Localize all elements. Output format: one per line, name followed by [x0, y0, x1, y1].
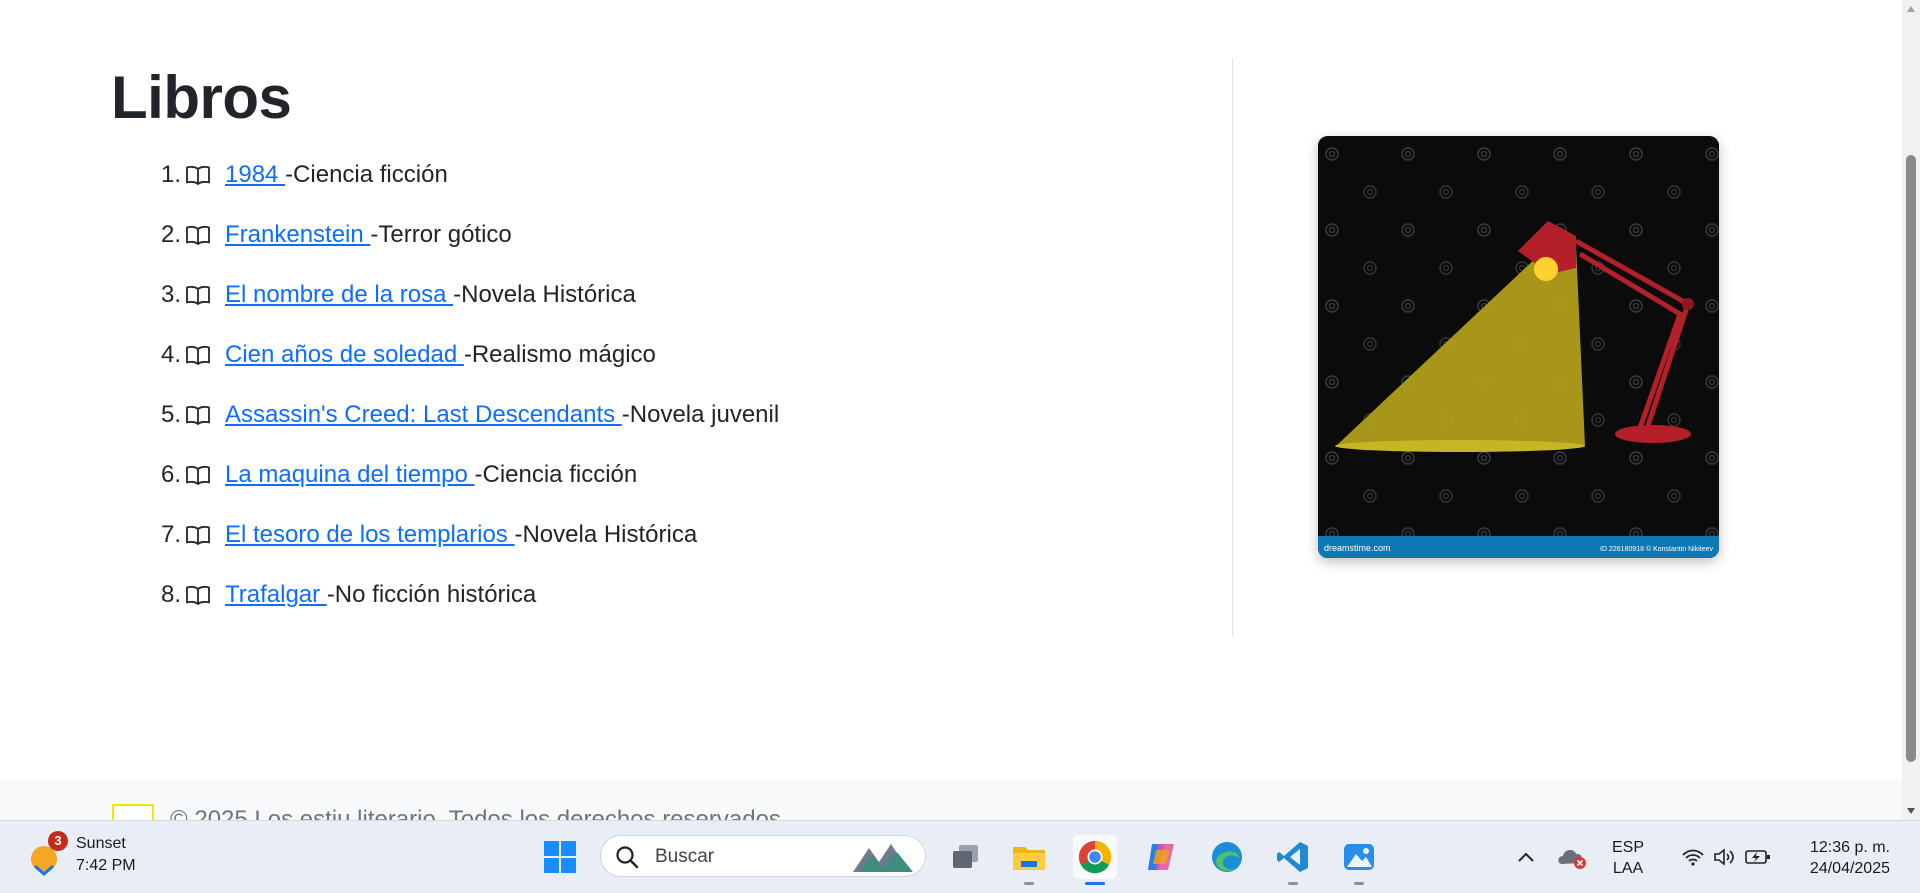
vertical-scrollbar[interactable] [1902, 0, 1920, 820]
edge-button[interactable] [1205, 835, 1249, 879]
scroll-up-arrow-icon[interactable] [1907, 6, 1915, 12]
folder-icon [1013, 847, 1045, 870]
battery-charging-icon [1745, 850, 1770, 864]
running-indicator [1354, 882, 1364, 885]
book-link[interactable]: Frankenstein [225, 211, 370, 259]
vscode-button[interactable] [1271, 835, 1315, 885]
book-icon [183, 451, 213, 499]
book-icon [183, 271, 213, 319]
search-highlight-art-icon [853, 844, 913, 872]
running-indicator [1288, 882, 1298, 885]
book-link[interactable]: Trafalgar [225, 571, 327, 619]
book-genre: -Terror gótico [370, 221, 512, 248]
vscode-icon [1277, 842, 1308, 872]
book-item-7: 7. El tesoro de los templarios -Novela H… [155, 511, 779, 571]
photos-icon [1344, 844, 1374, 870]
copilot-icon [1148, 844, 1174, 870]
book-item-1: 1. 1984 -Ciencia ficción [155, 151, 779, 211]
book-list: 1. 1984 -Ciencia ficción 2. Frankenstein… [155, 151, 779, 631]
book-genre: -No ficción histórica [326, 581, 537, 608]
list-number: 2. [160, 221, 181, 248]
search-placeholder: Buscar [655, 846, 715, 867]
volume-icon [1714, 848, 1734, 866]
book-item-4: 4. Cien años de soledad -Realismo mágico [155, 331, 779, 391]
book-icon [183, 571, 213, 619]
book-genre: -Ciencia ficción [285, 161, 448, 188]
watermark-right: ID 226180918 © Konstantin Nikiteev [1600, 545, 1713, 553]
list-number: 4. [160, 341, 181, 368]
wifi-icon [1682, 849, 1704, 866]
list-number: 3. [160, 281, 181, 308]
copilot-button[interactable] [1139, 835, 1183, 879]
weather-title: Sunset [76, 835, 126, 852]
footer-copyright: © 2025 Los estiu literario. Todos los de… [170, 806, 788, 820]
active-indicator [1085, 882, 1105, 885]
list-number: 1. [160, 161, 181, 188]
lamp-image: dreamstime.com ID 226180918 © Konstantin… [1318, 136, 1719, 558]
book-genre: -Novela juvenil [621, 401, 780, 428]
list-number: 8. [160, 581, 181, 608]
show-hidden-icons-button[interactable] [1504, 835, 1548, 879]
page-title: Libros [111, 64, 292, 131]
running-indicator [1024, 882, 1034, 885]
weather-widget[interactable]: 3 Sunset 7:42 PM [26, 831, 186, 883]
book-genre: -Novela Histórica [514, 521, 698, 548]
clock-date: 24/04/2025 [1809, 860, 1890, 877]
book-icon [183, 331, 213, 379]
book-genre: -Realismo mágico [463, 341, 656, 368]
book-icon [183, 511, 213, 559]
list-number: 6. [160, 461, 181, 488]
onedrive-error-icon [1558, 850, 1586, 869]
quick-settings-button[interactable] [1666, 835, 1786, 879]
system-clock[interactable]: 12:36 p. m. 24/04/2025 [1790, 837, 1890, 879]
web-page: Libros 1. 1984 -Ciencia ficción 2. Frank… [0, 0, 1902, 820]
search-icon [616, 846, 639, 869]
chevron-up-icon [1518, 852, 1534, 862]
photos-button[interactable] [1337, 835, 1381, 885]
weather-time: 7:42 PM [76, 857, 136, 874]
chrome-button[interactable] [1073, 835, 1117, 885]
book-item-8: 8. Trafalgar -No ficción histórica [155, 571, 779, 631]
task-view-button[interactable] [943, 835, 987, 879]
language-line2: LAA [1612, 860, 1644, 877]
book-icon [183, 391, 213, 439]
language-line1: ESP [1612, 839, 1645, 856]
book-link[interactable]: 1984 [225, 151, 285, 199]
book-icon [183, 151, 213, 199]
book-item-3: 3. El nombre de la rosa -Novela Históric… [155, 271, 779, 331]
list-number: 7. [160, 521, 181, 548]
scroll-thumb[interactable] [1906, 155, 1916, 762]
windows-taskbar: 3 Sunset 7:42 PM Buscar ESP LAA 12:36 p.… [0, 820, 1920, 893]
start-button[interactable] [538, 835, 582, 879]
footer-logo-icon [112, 804, 154, 820]
book-link[interactable]: El tesoro de los templarios [225, 511, 514, 559]
book-link[interactable]: El nombre de la rosa [225, 271, 453, 319]
book-genre: -Ciencia ficción [474, 461, 638, 488]
vertical-divider [1232, 58, 1233, 636]
file-explorer-button[interactable] [1007, 835, 1051, 885]
task-view-icon [953, 845, 978, 868]
windows-start-icon [544, 841, 576, 873]
notification-badge: 3 [48, 831, 68, 851]
book-link[interactable]: Cien años de soledad [225, 331, 464, 379]
edge-icon [1212, 842, 1242, 872]
book-item-5: 5. Assassin's Creed: Last Descendants -N… [155, 391, 779, 451]
book-link[interactable]: La maquina del tiempo [225, 451, 475, 499]
onedrive-button[interactable] [1550, 835, 1594, 879]
watermark-left: dreamstime.com [1324, 543, 1391, 553]
book-genre: -Novela Histórica [453, 281, 636, 308]
taskbar-search[interactable]: Buscar [600, 835, 926, 877]
language-indicator[interactable]: ESP LAA [1612, 837, 1644, 879]
page-footer: © 2025 Los estiu literario. Todos los de… [0, 780, 1902, 820]
book-item-6: 6. La maquina del tiempo -Ciencia ficció… [155, 451, 779, 511]
clock-time: 12:36 p. m. [1809, 839, 1890, 856]
book-item-2: 2. Frankenstein -Terror gótico [155, 211, 779, 271]
book-icon [183, 211, 213, 259]
book-link[interactable]: Assassin's Creed: Last Descendants [225, 391, 622, 439]
list-number: 5. [160, 401, 181, 428]
scroll-down-arrow-icon[interactable] [1907, 808, 1915, 814]
chrome-icon [1078, 840, 1112, 874]
